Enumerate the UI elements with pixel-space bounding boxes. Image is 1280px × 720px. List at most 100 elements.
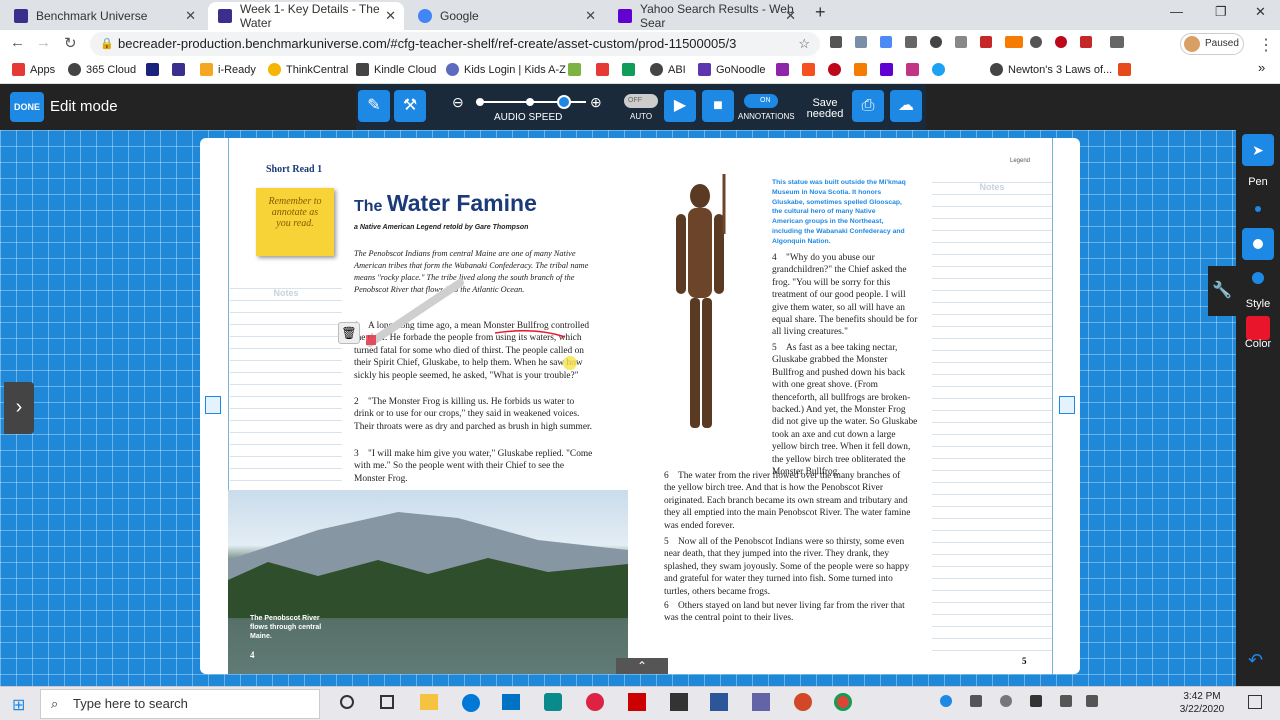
app-icon[interactable] <box>586 693 604 711</box>
app-icon[interactable] <box>544 693 562 711</box>
close-icon[interactable]: ✕ <box>785 8 796 24</box>
zoom-out-icon[interactable]: ⊖ <box>452 94 464 111</box>
pen-tool-button[interactable]: ✎ <box>358 90 390 122</box>
page-notes-icon[interactable] <box>205 396 221 414</box>
volume-icon[interactable] <box>1086 695 1098 707</box>
reload-icon[interactable]: ↻ <box>64 34 77 52</box>
tray-icon[interactable] <box>970 695 982 707</box>
color-swatch[interactable] <box>1246 316 1270 340</box>
bookmark-icon-only[interactable] <box>932 63 950 76</box>
tab-week-1[interactable]: Week 1- Key Details - The Water ✕ <box>208 2 404 30</box>
done-button[interactable]: DONE <box>10 92 44 122</box>
chevron-up-icon[interactable]: ⌃ <box>616 658 668 674</box>
close-icon[interactable]: ✕ <box>585 8 596 24</box>
word-icon[interactable] <box>710 693 728 711</box>
trash-icon[interactable]: 🗑 <box>338 322 360 344</box>
bookmark-icon-only[interactable] <box>172 63 190 76</box>
maximize-icon[interactable]: ❐ <box>1215 4 1227 20</box>
notes-area[interactable]: Notes <box>932 182 1052 652</box>
pdf-extension-icon[interactable] <box>980 36 992 48</box>
zoom-in-icon[interactable]: ⊕ <box>590 94 602 111</box>
star-icon[interactable]: ☆ <box>798 32 810 56</box>
bookmark-icon-only[interactable] <box>828 63 846 76</box>
extension-icon[interactable] <box>905 36 917 48</box>
chrome-icon[interactable] <box>834 693 852 711</box>
close-icon[interactable]: ✕ <box>185 8 196 24</box>
play-button[interactable]: ▶ <box>664 90 696 122</box>
extension-icon[interactable] <box>955 36 967 48</box>
bookmark-abi[interactable]: ABI <box>650 63 686 76</box>
extension-icon[interactable] <box>930 36 942 48</box>
battery-icon[interactable] <box>1030 695 1042 707</box>
auto-toggle[interactable]: OFF <box>624 94 658 108</box>
extension-icon[interactable] <box>1030 36 1042 48</box>
back-icon[interactable]: ← <box>10 34 25 51</box>
wrench-icon[interactable]: 🔧 <box>1208 266 1236 316</box>
menu-icon[interactable]: ⋮ <box>1258 35 1274 55</box>
bookmark-icon-only[interactable] <box>854 63 872 76</box>
reading-list-icon[interactable] <box>1110 36 1124 48</box>
tab-yahoo[interactable]: Yahoo Search Results - Web Sear ✕ <box>608 2 804 30</box>
clock[interactable]: 3:42 PM 3/22/2020 <box>1170 690 1234 716</box>
stop-button[interactable]: ■ <box>702 90 734 122</box>
pen-size-small[interactable] <box>1255 206 1261 212</box>
bookmark-icon-only[interactable] <box>1118 63 1136 76</box>
prev-page-chevron-icon[interactable]: › <box>4 382 34 434</box>
notifications-icon[interactable] <box>1248 695 1262 709</box>
new-tab-button[interactable]: + <box>815 2 826 23</box>
page-notes-icon[interactable] <box>1059 396 1075 414</box>
search-input[interactable]: ⌕ Type here to search <box>40 689 320 719</box>
upload-cloud-button[interactable]: ☁ <box>890 90 922 122</box>
tray-icon[interactable] <box>1000 695 1012 707</box>
tab-benchmark-universe[interactable]: Benchmark Universe ✕ <box>4 2 204 30</box>
extension-icon[interactable] <box>1080 36 1092 48</box>
save-needed-button[interactable]: Save needed <box>800 98 850 120</box>
tools-button[interactable]: ⚒ <box>394 90 426 122</box>
highlight-annotation[interactable] <box>563 356 577 370</box>
help-icon[interactable] <box>940 695 952 707</box>
bookmark-gonoodle[interactable]: GoNoodle <box>698 63 766 76</box>
bookmark-thinkcentral[interactable]: ThinkCentral <box>268 63 348 76</box>
cortana-icon[interactable] <box>340 695 354 709</box>
bookmark-icon-only[interactable] <box>596 63 614 76</box>
bookmark-apps[interactable]: Apps <box>12 63 55 76</box>
file-explorer-icon[interactable] <box>420 694 438 710</box>
notes-area[interactable]: Notes <box>230 288 342 488</box>
pen-size-medium[interactable] <box>1242 228 1274 260</box>
underline-annotation[interactable] <box>494 330 566 338</box>
audio-speed-knob[interactable] <box>557 95 571 109</box>
wifi-icon[interactable] <box>1060 695 1072 707</box>
bookmark-i-ready[interactable]: i-Ready <box>200 63 256 76</box>
bookmark-icon-only[interactable] <box>776 63 794 76</box>
annotations-toggle[interactable]: ON <box>744 94 778 108</box>
forward-icon[interactable]: → <box>36 34 51 51</box>
windows-start-icon[interactable]: ⊞ <box>12 695 25 715</box>
extension-icon[interactable] <box>855 36 867 48</box>
new-extension-icon[interactable] <box>1005 36 1023 48</box>
bookmark-icon-only[interactable] <box>568 63 586 76</box>
powerpoint-icon[interactable] <box>794 693 812 711</box>
mail-icon[interactable] <box>502 694 520 710</box>
bookmark-365-cloud[interactable]: 365 Cloud <box>68 63 136 76</box>
bookmark-icon-only[interactable] <box>906 63 924 76</box>
app-icon[interactable] <box>670 693 688 711</box>
profile-paused-button[interactable]: Paused <box>1180 33 1244 55</box>
pen-size-large[interactable] <box>1252 272 1264 284</box>
bookmark-icon-only[interactable] <box>880 63 898 76</box>
bookmark-kids-a-z[interactable]: Kids Login | Kids A-Z <box>446 63 566 76</box>
print-button[interactable]: ⎙ <box>852 90 884 122</box>
bookmark-kindle-cloud[interactable]: Kindle Cloud <box>356 63 436 76</box>
teams-icon[interactable] <box>752 693 770 711</box>
bookmark-icon-only[interactable] <box>622 63 640 76</box>
close-window-icon[interactable]: ✕ <box>1255 4 1266 20</box>
extension-icon[interactable] <box>880 36 892 48</box>
tab-google[interactable]: Google ✕ <box>408 2 604 30</box>
edge-icon[interactable] <box>462 694 480 712</box>
pointer-icon[interactable]: ➤ <box>1242 134 1274 166</box>
more-bookmarks-icon[interactable]: » <box>1258 60 1265 75</box>
bookmark-icon-only[interactable] <box>146 63 164 76</box>
pinterest-icon[interactable] <box>1055 36 1067 48</box>
bookmark-newtons-laws[interactable]: Newton's 3 Laws of... <box>990 63 1112 76</box>
undo-icon[interactable]: ↶ <box>1248 650 1263 671</box>
close-icon[interactable]: ✕ <box>385 8 396 24</box>
